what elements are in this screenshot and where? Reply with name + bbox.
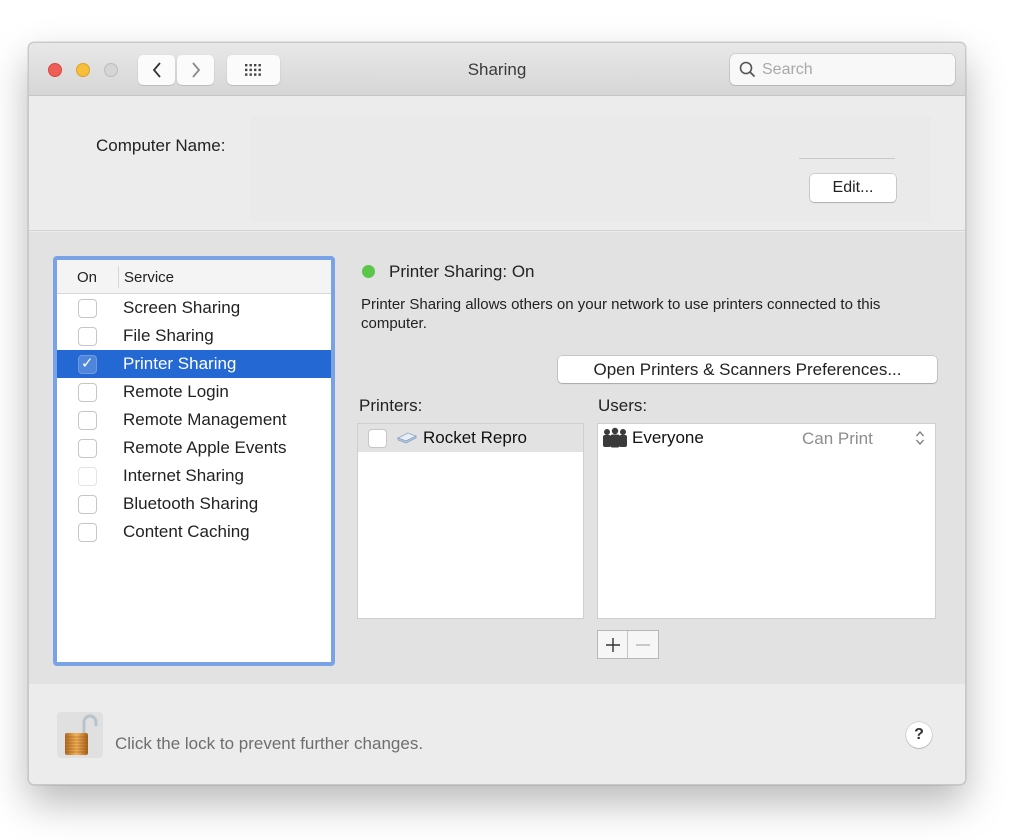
service-checkbox[interactable]	[78, 327, 97, 346]
printer-icon	[397, 432, 417, 444]
sharing-window: Sharing Computer Name: Edit... On Servic…	[28, 42, 966, 785]
add-remove-user-controls	[597, 630, 659, 659]
service-row[interactable]: Remote Management	[57, 406, 331, 434]
printers-label: Printers:	[359, 396, 423, 415]
printer-name: Rocket Repro	[423, 428, 527, 447]
local-hostname-divider	[799, 158, 895, 159]
service-checkbox[interactable]	[78, 299, 97, 318]
service-checkbox[interactable]	[78, 383, 97, 402]
status-indicator-icon	[362, 265, 375, 278]
service-label: Internet Sharing	[123, 466, 244, 485]
service-checkbox[interactable]	[78, 439, 97, 458]
column-header-service[interactable]: Service	[124, 269, 174, 286]
service-row[interactable]: Remote Login	[57, 378, 331, 406]
service-description: Printer Sharing allows others on your ne…	[361, 296, 881, 332]
service-rows: Screen Sharing File Sharing ✓ Printer Shari…	[57, 294, 331, 546]
service-checkbox[interactable]	[78, 523, 97, 542]
service-label: Remote Login	[123, 382, 229, 401]
service-label: File Sharing	[123, 326, 214, 345]
service-label: Remote Management	[123, 410, 287, 429]
remove-user-button[interactable]	[628, 631, 658, 658]
user-row[interactable]: Everyone Can Print	[598, 424, 935, 452]
users-list[interactable]: Everyone Can Print	[597, 423, 936, 619]
service-row[interactable]: Bluetooth Sharing	[57, 490, 331, 518]
title-bar: Sharing	[29, 43, 965, 96]
users-label: Users:	[598, 396, 648, 415]
column-divider	[118, 266, 119, 288]
printer-row[interactable]: Rocket Repro	[358, 424, 583, 452]
service-checkbox[interactable]	[78, 495, 97, 514]
edit-button[interactable]: Edit...	[810, 174, 896, 202]
service-row[interactable]: File Sharing	[57, 322, 331, 350]
up-down-chevron-icon[interactable]	[915, 430, 925, 446]
service-list[interactable]: On Service Screen Sharing File Sharing ✓ Pr…	[53, 256, 335, 666]
unlocked-padlock-icon	[65, 714, 98, 755]
checkmark-icon: ✓	[81, 355, 94, 372]
service-checkbox[interactable]	[78, 411, 97, 430]
printer-checkbox[interactable]	[368, 429, 387, 448]
main-section: On Service Screen Sharing File Sharing ✓ Pr…	[29, 232, 965, 684]
minus-icon	[636, 643, 650, 646]
service-label: Remote Apple Events	[123, 438, 287, 457]
computer-name-section: Computer Name: Edit...	[29, 96, 965, 231]
help-button[interactable]: ?	[906, 722, 932, 748]
computer-name-label: Computer Name:	[96, 136, 226, 155]
computer-name-field[interactable]	[251, 116, 931, 222]
lock-button[interactable]	[57, 712, 103, 758]
service-list-header: On Service	[57, 260, 331, 294]
open-printers-scanners-button[interactable]: Open Printers & Scanners Preferences...	[558, 356, 937, 383]
service-checkbox[interactable]: ✓	[78, 355, 97, 374]
service-label: Bluetooth Sharing	[123, 494, 259, 513]
user-name: Everyone	[632, 428, 704, 447]
permission-popup[interactable]: Can Print	[802, 429, 873, 449]
service-row[interactable]: Remote Apple Events	[57, 434, 331, 462]
service-row[interactable]: Internet Sharing	[57, 462, 331, 490]
group-icon	[603, 427, 627, 448]
service-row[interactable]: Content Caching	[57, 518, 331, 546]
service-checkbox	[78, 467, 97, 486]
search-input[interactable]	[762, 60, 942, 79]
search-field[interactable]	[730, 54, 955, 85]
service-label: Printer Sharing	[123, 354, 237, 373]
plus-icon	[605, 637, 620, 652]
column-header-on[interactable]: On	[77, 269, 97, 286]
printers-list[interactable]: Rocket Repro	[357, 423, 584, 619]
service-status-title: Printer Sharing: On	[389, 262, 535, 281]
footer: Click the lock to prevent further change…	[29, 684, 965, 784]
service-label: Content Caching	[123, 522, 250, 541]
add-user-button[interactable]	[598, 631, 628, 658]
service-row[interactable]: Screen Sharing	[57, 294, 331, 322]
lock-status-text: Click the lock to prevent further change…	[115, 734, 424, 753]
service-label: Screen Sharing	[123, 298, 241, 317]
search-icon	[739, 61, 756, 78]
service-row[interactable]: ✓ Printer Sharing	[57, 350, 331, 378]
